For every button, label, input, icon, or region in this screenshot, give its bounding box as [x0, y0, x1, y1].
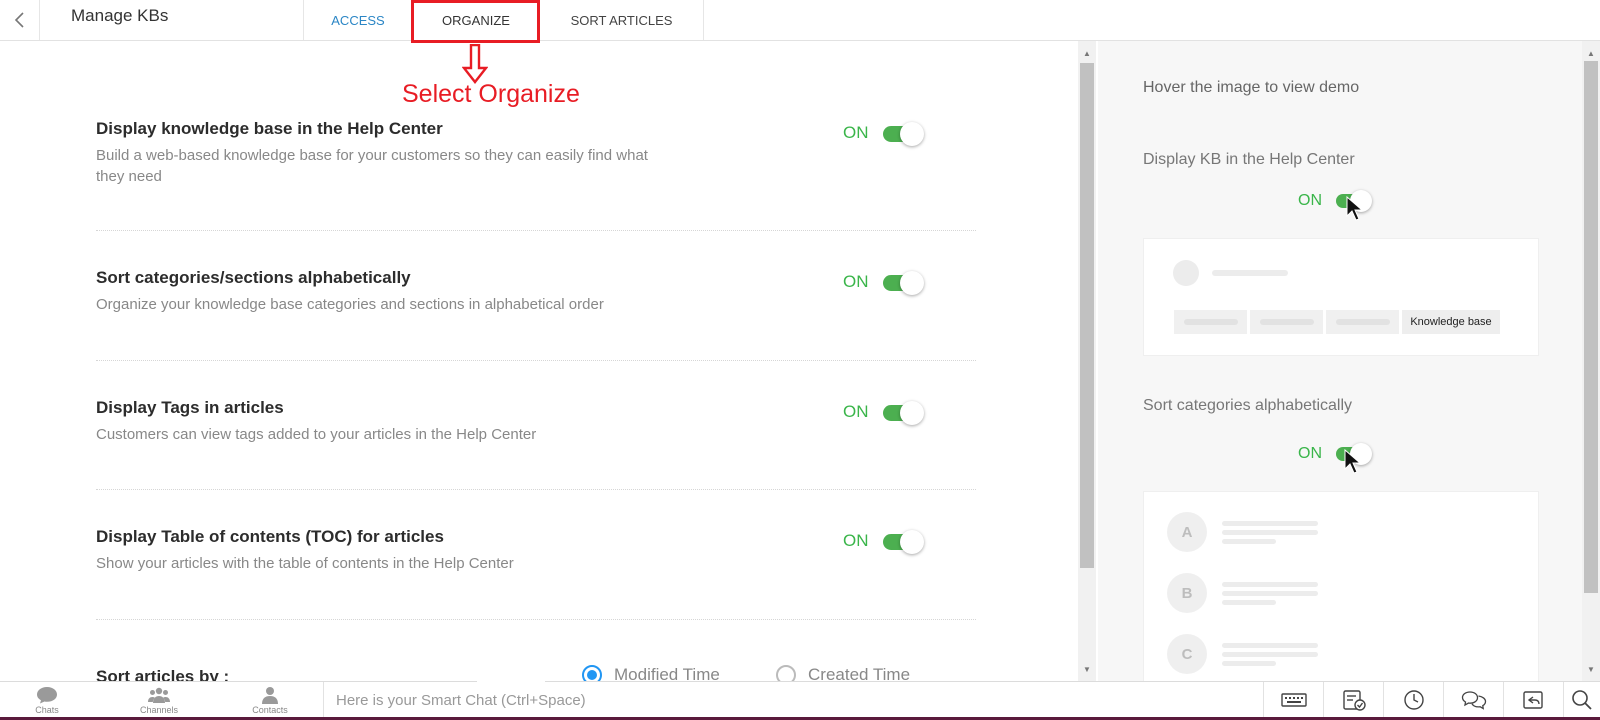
tab-bar: ACCESS ORGANIZE SORT ARTICLES — [303, 0, 704, 40]
setting-description: Customers can view tags added to your ar… — [96, 426, 537, 443]
setting-description: Show your articles with the table of con… — [96, 555, 514, 572]
placeholder-line — [1222, 661, 1276, 666]
clock-icon — [1403, 690, 1424, 710]
scroll-up-arrow-icon[interactable]: ▲ — [1582, 45, 1600, 61]
divider — [96, 619, 976, 620]
nav-label: Chats — [35, 705, 59, 715]
category-letter-badge: B — [1167, 573, 1207, 613]
demo-scrollbar[interactable]: ▲ ▼ — [1582, 41, 1600, 681]
back-button[interactable] — [0, 0, 40, 40]
scroll-up-arrow-icon[interactable]: ▲ — [1078, 45, 1096, 61]
keyboard-button[interactable] — [1263, 682, 1323, 718]
placeholder-line — [1212, 270, 1288, 276]
scroll-down-arrow-icon[interactable]: ▼ — [1078, 661, 1096, 677]
divider — [96, 489, 976, 490]
tab-access[interactable]: ACCESS — [304, 0, 412, 40]
demo-card-kb: Knowledge base — [1143, 238, 1539, 356]
divider — [96, 360, 976, 361]
search-icon — [1572, 690, 1592, 710]
chat-bubble-icon — [37, 687, 57, 704]
placeholder-line — [1222, 600, 1276, 605]
radio-modified-time[interactable]: Modified Time — [582, 665, 720, 681]
radio-label: Created Time — [808, 665, 911, 681]
smart-chat-input[interactable]: Here is your Smart Chat (Ctrl+Space) — [323, 681, 1263, 718]
scrollbar-thumb[interactable] — [1584, 61, 1598, 593]
toggle-display-tags[interactable]: ON — [843, 401, 924, 425]
toggle-state-label: ON — [843, 123, 869, 142]
placeholder-tab — [1250, 310, 1323, 334]
demo-title-sort-categories: Sort categories alphabetically — [1143, 397, 1353, 414]
settings-scrollbar[interactable]: ▲ ▼ — [1078, 41, 1096, 681]
radio-label: Modified Time — [614, 665, 720, 681]
chevron-left-icon — [14, 12, 24, 28]
task-check-icon — [1342, 690, 1366, 711]
toggle-sort-categories[interactable]: ON — [843, 271, 924, 295]
page-title: Manage KBs — [71, 6, 169, 25]
radio-unselected-icon[interactable] — [776, 665, 796, 681]
history-button[interactable] — [1383, 682, 1443, 718]
conversations-button[interactable] — [1443, 682, 1503, 718]
tab-organize[interactable]: ORGANIZE — [412, 0, 540, 40]
toggle-state-label: ON — [843, 272, 869, 291]
sort-articles-row: Sort articles by : Modified Time Created… — [96, 665, 976, 681]
demo-toggle-label: ON — [1298, 192, 1322, 209]
demo-toggle-label: ON — [1298, 445, 1322, 462]
placeholder-line — [1222, 591, 1318, 596]
toggle-state-label: ON — [843, 531, 869, 550]
tab-sort-articles[interactable]: SORT ARTICLES — [540, 0, 704, 40]
placeholder-line — [1222, 582, 1318, 587]
demo-kb-tab: Knowledge base — [1402, 310, 1500, 334]
nav-contacts[interactable]: Contacts — [240, 686, 300, 715]
placeholder-avatar — [1173, 260, 1199, 286]
toggle-switch[interactable] — [882, 401, 924, 425]
contact-person-icon — [262, 687, 278, 704]
placeholder-line — [1222, 643, 1318, 648]
settings-panel: Display knowledge base in the Help Cente… — [0, 41, 1078, 681]
mouse-pointer-icon — [1344, 449, 1362, 474]
radio-selected-icon[interactable] — [582, 665, 602, 681]
nav-channels[interactable]: Channels — [129, 686, 189, 715]
toggle-display-toc[interactable]: ON — [843, 530, 924, 554]
setting-description: Build a web-based knowledge base for you… — [96, 147, 648, 185]
share-button[interactable] — [1503, 682, 1563, 718]
radio-created-time[interactable]: Created Time — [776, 665, 910, 681]
toggle-switch[interactable] — [882, 271, 924, 295]
scrollbar-thumb[interactable] — [1080, 63, 1094, 568]
mouse-pointer-icon — [1346, 196, 1364, 221]
demo-card-sort: A B C — [1143, 491, 1539, 681]
category-letter-badge: A — [1167, 512, 1207, 552]
toggle-switch[interactable] — [882, 530, 924, 554]
nav-label: Contacts — [252, 705, 288, 715]
category-letter-badge: C — [1167, 634, 1207, 674]
placeholder-tab — [1326, 310, 1399, 334]
demo-hint: Hover the image to view demo — [1143, 79, 1360, 96]
top-bar: Manage KBs ACCESS ORGANIZE SORT ARTICLES — [0, 0, 1600, 41]
placeholder-tab — [1174, 310, 1247, 334]
toggle-display-kb[interactable]: ON — [843, 122, 924, 146]
global-search-button[interactable] — [1563, 682, 1600, 718]
tasks-button[interactable] — [1323, 682, 1383, 718]
placeholder-line — [1222, 530, 1318, 535]
scroll-down-arrow-icon[interactable]: ▼ — [1582, 661, 1600, 677]
conversation-icon — [1461, 691, 1486, 710]
toggle-switch[interactable] — [882, 122, 924, 146]
placeholder-line — [1222, 539, 1276, 544]
placeholder-line — [1222, 652, 1318, 657]
demo-panel: Hover the image to view demo Display KB … — [1098, 41, 1582, 681]
nav-chats[interactable]: Chats — [17, 686, 77, 715]
toggle-state-label: ON — [843, 402, 869, 421]
placeholder-line — [1222, 521, 1318, 526]
channels-icon — [148, 687, 170, 703]
nav-label: Channels — [139, 705, 179, 715]
demo-title-display-kb: Display KB in the Help Center — [1143, 151, 1355, 168]
share-icon — [1522, 691, 1543, 709]
setting-description: Organize your knowledge base categories … — [96, 296, 604, 313]
divider — [96, 230, 976, 231]
keyboard-icon — [1280, 693, 1307, 707]
bottom-bar: Chats Channels Contacts Here is your Sma… — [0, 681, 1600, 720]
